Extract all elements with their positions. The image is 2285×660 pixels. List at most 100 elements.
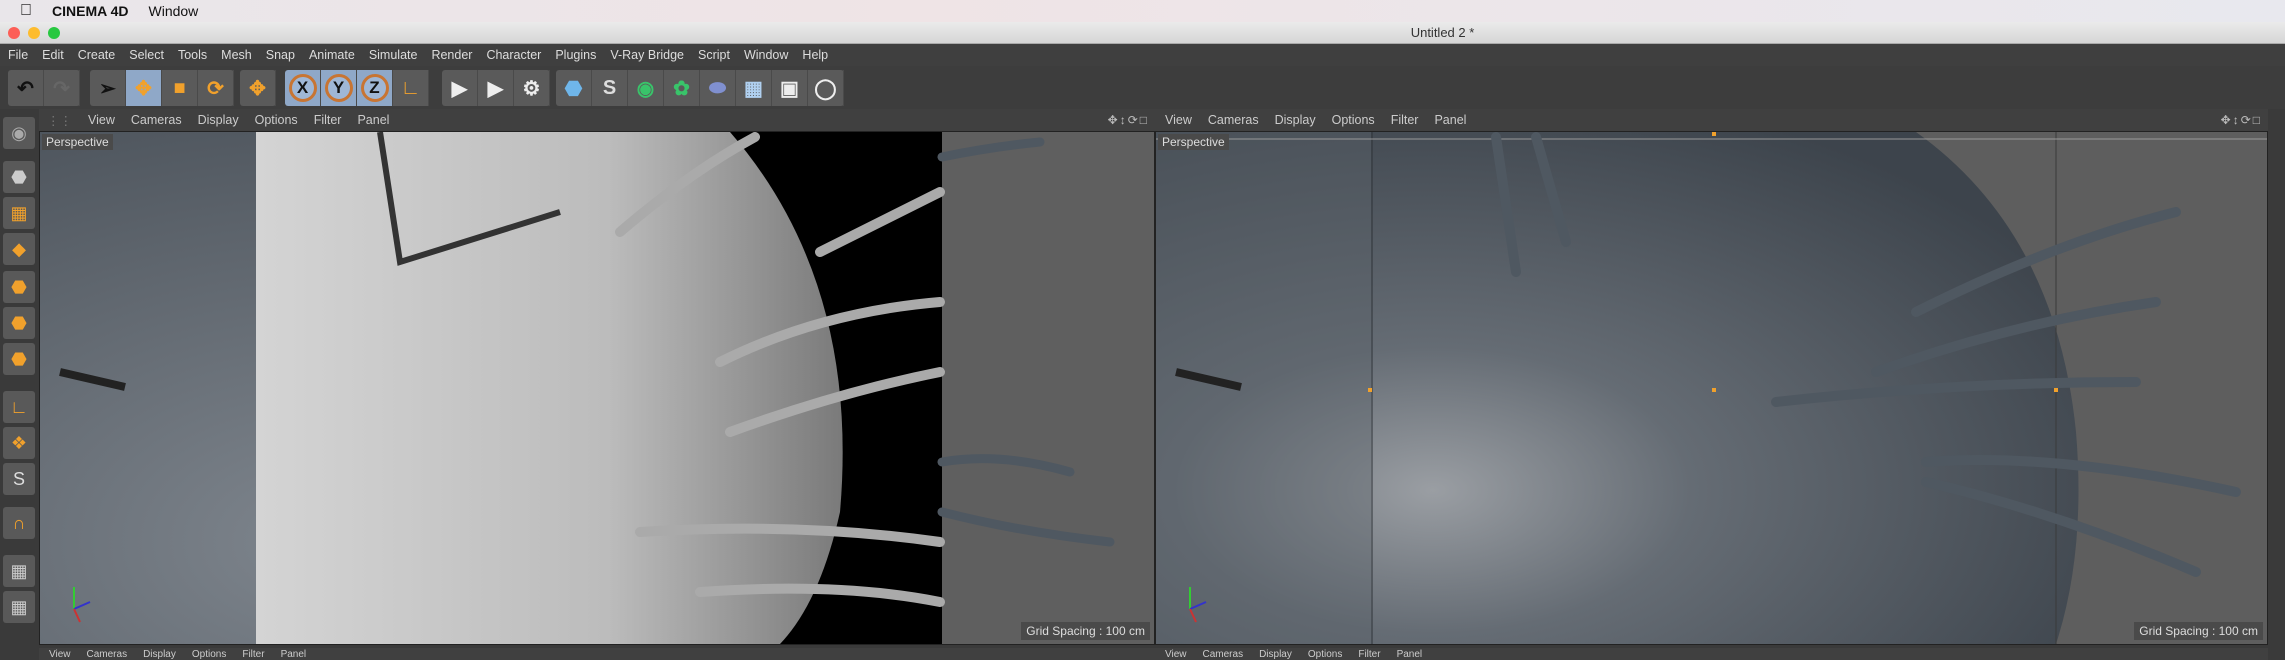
vp2-panel-menu[interactable]: Panel	[1434, 113, 1466, 127]
undo-icon[interactable]: ↶	[8, 70, 44, 106]
vp2-view-menu[interactable]: View	[1165, 113, 1192, 127]
app-menu[interactable]: CINEMA 4D	[52, 3, 129, 19]
vp1-cameras-menu[interactable]: Cameras	[131, 113, 182, 127]
workplane-mode-icon[interactable]: ◆	[3, 233, 35, 265]
viewport-nav-icons[interactable]: ✥↕⟳□	[1108, 113, 1149, 127]
viewport-2[interactable]: Perspective Grid Spacing : 100 cm	[1155, 131, 2268, 645]
vp3-options-menu[interactable]: Options	[192, 649, 226, 660]
floor-icon[interactable]: ▦	[736, 70, 772, 106]
menu-script[interactable]: Script	[698, 48, 730, 62]
menu-create[interactable]: Create	[78, 48, 116, 62]
menu-vray-bridge[interactable]: V-Ray Bridge	[610, 48, 684, 62]
viewport-2-grid-spacing: Grid Spacing : 100 cm	[2134, 622, 2263, 640]
vp1-display-menu[interactable]: Display	[198, 113, 239, 127]
menu-render[interactable]: Render	[431, 48, 472, 62]
create-group: ⬣ S ◉ ✿ ⬬ ▦ ▣ ◯	[556, 70, 844, 106]
menu-character[interactable]: Character	[486, 48, 541, 62]
last-tool-icon[interactable]: ✥	[240, 70, 276, 106]
menu-tools[interactable]: Tools	[178, 48, 207, 62]
vp4-display-menu[interactable]: Display	[1259, 649, 1292, 660]
viewport-2-scene	[1156, 132, 2267, 644]
redo-icon[interactable]: ↷	[44, 70, 80, 106]
vp2-filter-menu[interactable]: Filter	[1391, 113, 1419, 127]
vp3-filter-menu[interactable]: Filter	[242, 649, 264, 660]
viewport-1-camera-label[interactable]: Perspective	[42, 134, 113, 150]
move-icon[interactable]: ✥	[126, 70, 162, 106]
menu-window[interactable]: Window	[744, 48, 788, 62]
nurbs-icon[interactable]: ◉	[628, 70, 664, 106]
points-mode-icon[interactable]: ⬣	[3, 271, 35, 303]
x-axis-label: X	[288, 74, 317, 102]
live-selection-icon[interactable]: ➢	[90, 70, 126, 106]
workplane-lock-icon[interactable]: ▦	[3, 555, 35, 587]
window-menu[interactable]: Window	[149, 3, 199, 19]
scale-icon[interactable]: ■	[162, 70, 198, 106]
viewport-2-menu: View Cameras Display Options Filter Pane…	[1155, 109, 2268, 131]
menu-select[interactable]: Select	[129, 48, 164, 62]
polygons-mode-icon[interactable]: ⬣	[3, 343, 35, 375]
camera-icon[interactable]: ▣	[772, 70, 808, 106]
y-axis-label: Y	[324, 74, 353, 102]
vp4-view-menu[interactable]: View	[1165, 649, 1187, 660]
edges-mode-icon[interactable]: ⬣	[3, 307, 35, 339]
vp1-options-menu[interactable]: Options	[255, 113, 298, 127]
render-region-icon[interactable]: ▶	[442, 70, 478, 106]
vp2-cameras-menu[interactable]: Cameras	[1208, 113, 1259, 127]
vp2-options-menu[interactable]: Options	[1332, 113, 1375, 127]
texture-mode-icon[interactable]: ▦	[3, 197, 35, 229]
viewport-1-grid-spacing: Grid Spacing : 100 cm	[1021, 622, 1150, 640]
menu-edit[interactable]: Edit	[42, 48, 64, 62]
vp3-panel-menu[interactable]: Panel	[281, 649, 307, 660]
transform-group: ➢ ✥ ■ ⟳	[90, 70, 234, 106]
spline-pen-icon[interactable]: S	[592, 70, 628, 106]
axis-group: X Y Z ∟	[285, 70, 429, 106]
menu-snap[interactable]: Snap	[266, 48, 295, 62]
history-group: ↶ ↷	[8, 70, 80, 106]
toolbar: ↶ ↷ ➢ ✥ ■ ⟳ ✥ X Y Z ∟ ▶ ▶ ⚙ ⬣ S ◉ ✿ ⬬ ▦ …	[0, 66, 2285, 109]
viewport-1-scene	[40, 132, 1154, 644]
snap-icon[interactable]: S	[3, 463, 35, 495]
vp1-filter-menu[interactable]: Filter	[314, 113, 342, 127]
menu-mesh[interactable]: Mesh	[221, 48, 252, 62]
model-mode-icon[interactable]: ⬣	[3, 161, 35, 193]
magnet-icon[interactable]: ∩	[3, 507, 35, 539]
menu-simulate[interactable]: Simulate	[369, 48, 418, 62]
planar-workplane-icon[interactable]: ▦	[3, 591, 35, 623]
vp4-cameras-menu[interactable]: Cameras	[1203, 649, 1244, 660]
viewport-2-camera-label[interactable]: Perspective	[1158, 134, 1229, 150]
axis-y-toggle[interactable]: Y	[321, 70, 357, 106]
viewport-1-menu: ⋮⋮ View Cameras Display Options Filter P…	[39, 109, 1155, 131]
viewport-2-nav-icons[interactable]: ✥↕⟳□	[2221, 113, 2262, 127]
viewport-1[interactable]: Perspective Grid Spacing : 100 cm	[39, 131, 1155, 645]
render-view-icon[interactable]: ▶	[478, 70, 514, 106]
axis-x-toggle[interactable]: X	[285, 70, 321, 106]
apple-icon[interactable]: 	[20, 2, 32, 20]
window-title: Untitled 2 *	[1410, 25, 1475, 40]
vp3-cameras-menu[interactable]: Cameras	[87, 649, 128, 660]
axis-mode-icon[interactable]: ∟	[3, 391, 35, 423]
menu-plugins[interactable]: Plugins	[555, 48, 596, 62]
main-menu: File Edit Create Select Tools Mesh Snap …	[0, 44, 2285, 66]
vp4-filter-menu[interactable]: Filter	[1358, 649, 1380, 660]
cube-icon[interactable]: ⬣	[556, 70, 592, 106]
rotate-icon[interactable]: ⟳	[198, 70, 234, 106]
deformer-icon[interactable]: ⬬	[700, 70, 736, 106]
render-settings-icon[interactable]: ⚙	[514, 70, 550, 106]
vp3-display-menu[interactable]: Display	[143, 649, 176, 660]
menu-file[interactable]: File	[8, 48, 28, 62]
vp4-options-menu[interactable]: Options	[1308, 649, 1342, 660]
tweak-mode-icon[interactable]: ❖	[3, 427, 35, 459]
light-icon[interactable]: ◯	[808, 70, 844, 106]
vp2-display-menu[interactable]: Display	[1275, 113, 1316, 127]
transform-extra-group: ✥	[240, 70, 276, 106]
axis-z-toggle[interactable]: Z	[357, 70, 393, 106]
menu-help[interactable]: Help	[802, 48, 828, 62]
vp1-view-menu[interactable]: View	[88, 113, 115, 127]
coordinate-system-icon[interactable]: ∟	[393, 70, 429, 106]
vp3-view-menu[interactable]: View	[49, 649, 71, 660]
vp1-panel-menu[interactable]: Panel	[357, 113, 389, 127]
vp4-panel-menu[interactable]: Panel	[1397, 649, 1423, 660]
array-icon[interactable]: ✿	[664, 70, 700, 106]
make-editable-icon[interactable]: ◉	[3, 117, 35, 149]
menu-animate[interactable]: Animate	[309, 48, 355, 62]
